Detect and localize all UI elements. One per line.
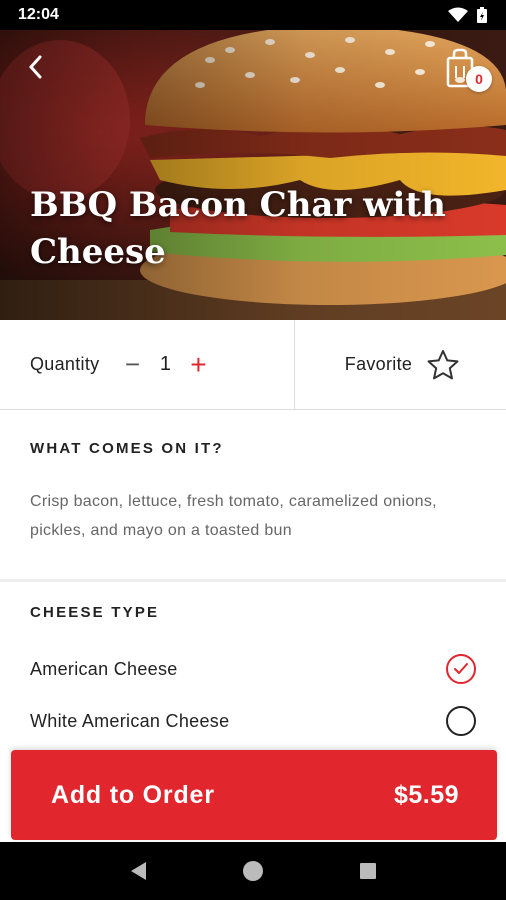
cheese-section: CHEESE TYPE American Cheese White Americ… [0,584,506,754]
cheese-option-white-american[interactable]: White American Cheese [30,695,476,747]
status-time: 12:04 [18,6,59,23]
star-icon [427,349,459,379]
nav-home-button[interactable] [233,851,273,891]
quantity-value: 1 [159,353,171,375]
option-label: White American Cheese [30,710,230,731]
cheese-option-american[interactable]: American Cheese [30,643,476,695]
circle-home-icon [242,861,263,881]
quantity-decrease-button[interactable]: − [119,349,145,379]
nav-recents-button[interactable] [348,851,388,891]
back-button[interactable] [18,50,52,84]
selected-check-icon[interactable] [446,654,476,684]
nav-back-button[interactable] [118,851,158,891]
cheese-heading: CHEESE TYPE [30,604,160,621]
order-price: $5.59 [393,780,459,809]
burger-photo [0,30,506,320]
chevron-left-icon [28,55,42,79]
wifi-icon [448,7,468,22]
radio-unselected-icon[interactable] [446,706,476,736]
quantity-stepper: Quantity − 1 + [0,320,295,409]
ingredients-text: Crisp bacon, lettuce, fresh tomato, cara… [30,493,437,539]
ingredients-heading: WHAT COMES ON IT? [30,440,224,457]
ingredients-section: WHAT COMES ON IT? Crisp bacon, lettuce, … [0,410,506,582]
favorite-label: Favorite [344,354,413,374]
option-label: American Cheese [30,658,178,679]
quantity-label: Quantity [30,354,100,374]
status-icons [448,6,488,24]
hero-image: 0 BBQ Bacon Char with Cheese [0,30,506,320]
status-bar: 12:04 [0,0,506,30]
add-to-order-button[interactable]: Add to Order $5.59 [11,750,497,840]
system-nav-bar [0,842,506,900]
favorite-button[interactable]: Favorite [295,320,506,409]
cart-button[interactable]: 0 [444,48,492,96]
quantity-favorite-row: Quantity − 1 + Favorite [0,320,506,410]
battery-icon [477,7,487,23]
add-to-order-label: Add to Order [51,780,215,809]
quantity-increase-button[interactable]: + [185,349,211,380]
square-recents-icon [360,863,377,879]
triangle-back-icon [130,862,146,880]
product-title: BBQ Bacon Char with Cheese [30,185,446,272]
cart-count-badge: 0 [466,66,492,92]
